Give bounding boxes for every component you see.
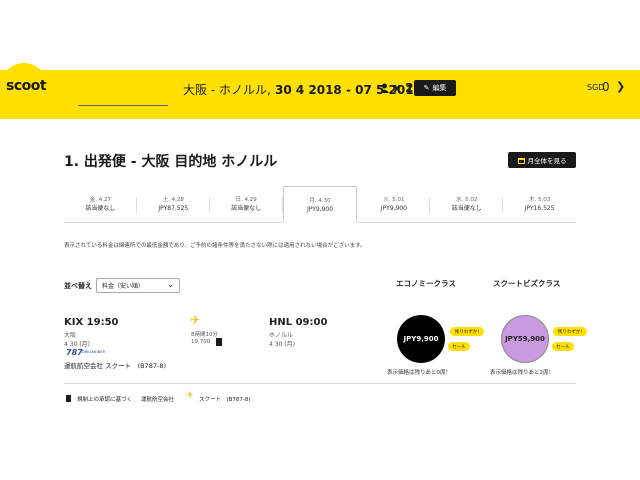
economy-fare-button[interactable]: JPY9,900 [397, 315, 445, 363]
pencil-icon: ✎ [423, 84, 430, 92]
calendar-icon [517, 157, 525, 164]
scoot-logo[interactable]: scoot [6, 78, 47, 94]
remaining-tag: 残りわずか! [553, 327, 587, 336]
operator-info: 運航航空会社 スクート (B787-8) [64, 362, 166, 370]
departure-time: KIX 19:50 [64, 317, 119, 328]
date-label: 月. 4.30 [309, 198, 331, 204]
legend-operator: 運航航空会社 [141, 397, 175, 403]
date-tab[interactable]: 日. 4.29 該当便なし [209, 190, 283, 223]
date-tab[interactable]: 水. 5.02 該当便なし [430, 190, 504, 223]
arrival-city: ホノルル [269, 332, 294, 339]
regulatory-icon [66, 395, 71, 402]
chevron-down-icon: ⌄ [167, 280, 174, 289]
departure-city: 大阪 [64, 332, 77, 339]
trip-to: ホノルル, [218, 83, 271, 97]
chevron-down-icon[interactable]: ❯ [616, 80, 625, 93]
remaining-tag: 残りわずか! [450, 327, 484, 336]
plane-icon: ✈ [190, 313, 201, 327]
business-class-header: スクートビズクラス [493, 279, 561, 288]
edit-button-label: 編集 [432, 84, 447, 92]
economy-class-header: エコノミークラス [396, 279, 456, 288]
arrival-date: 4 30 (月) [269, 341, 295, 348]
date-price: JPY87,525 [158, 205, 189, 212]
divider [64, 383, 576, 384]
sort-select[interactable]: 料金（安い順） ⌄ [96, 278, 180, 293]
legend-scoot: スクート (B787-8) [199, 397, 251, 403]
aircraft-logo: 787 [66, 348, 83, 357]
passenger-count-label: x 2 [393, 81, 414, 95]
plane-icon: ✈ [186, 391, 194, 401]
passenger-count: x 2 [380, 81, 413, 95]
date-label: 火. 5.01 [383, 197, 405, 203]
date-strip: 金. 4.27 該当便なし 土. 4.28 JPY87,525 日. 4.29 該当便… [64, 186, 577, 223]
krisflyer-points: 19,700 [191, 339, 211, 345]
sale-tag: セール [448, 342, 470, 351]
view-month-label: 月全体を見る [527, 157, 567, 165]
edit-button[interactable]: ✎ 編集 [414, 80, 456, 96]
sort-label: 並べ替え [64, 282, 92, 290]
date-label: 土. 4.28 [162, 197, 184, 203]
sort-value: 料金（安い順） [102, 283, 145, 290]
flight-duration: 8時間10分 [191, 332, 218, 338]
legend-regulatory: 規制上の承認に基づく [77, 397, 133, 403]
date-price: JPY16,525 [524, 205, 555, 212]
economy-seats-left: 表示価格は残りあと0席！ [387, 370, 452, 376]
date-price: 該当便なし [451, 205, 482, 212]
date-label: 日. 4.29 [235, 197, 257, 203]
date-tab[interactable]: 火. 5.01 JPY9,900 [357, 190, 431, 223]
date-label: 木. 5.03 [528, 197, 551, 203]
date-label: 水. 5.02 [456, 197, 478, 203]
aircraft-brand: DREAMLINER [82, 350, 105, 354]
sale-tag: セール [552, 342, 574, 351]
date-price: JPY9,900 [306, 206, 334, 213]
arrival-time: HNL 09:00 [269, 317, 328, 328]
trip-from: 大阪 - [183, 83, 219, 97]
date-price: 該当便なし [85, 205, 116, 212]
date-tab[interactable]: 木. 5.03 JPY16,525 [503, 190, 577, 223]
date-label: 金. 4.27 [89, 197, 112, 203]
points-icon [216, 338, 222, 346]
page-title: 1. 出発便 - 大阪 目的地 ホノルル [64, 154, 278, 170]
fare-note: 表示されている料金は関連所での最低金額であり、ご予約の諸条件等を満たさない際には… [64, 243, 366, 249]
currency-value[interactable]: 0 [602, 80, 610, 94]
date-tab[interactable]: 土. 4.28 JPY87,525 [136, 190, 210, 223]
business-seats-left: 表示価格は残りあと2席！ [490, 370, 555, 376]
date-tab[interactable]: 金. 4.27 該当便なし [64, 190, 137, 223]
date-price: JPY9,900 [380, 205, 407, 212]
date-price: 該当便なし [231, 205, 262, 212]
search-underline [78, 105, 168, 106]
user-icon [380, 83, 389, 93]
date-tab-selected[interactable]: 月. 4.30 JPY9,900 [282, 186, 358, 223]
view-month-button[interactable]: 月全体を見る [508, 152, 576, 168]
departure-date: 4 30 (月) [64, 341, 90, 348]
business-fare-button[interactable]: JPY59,900 [501, 315, 549, 363]
